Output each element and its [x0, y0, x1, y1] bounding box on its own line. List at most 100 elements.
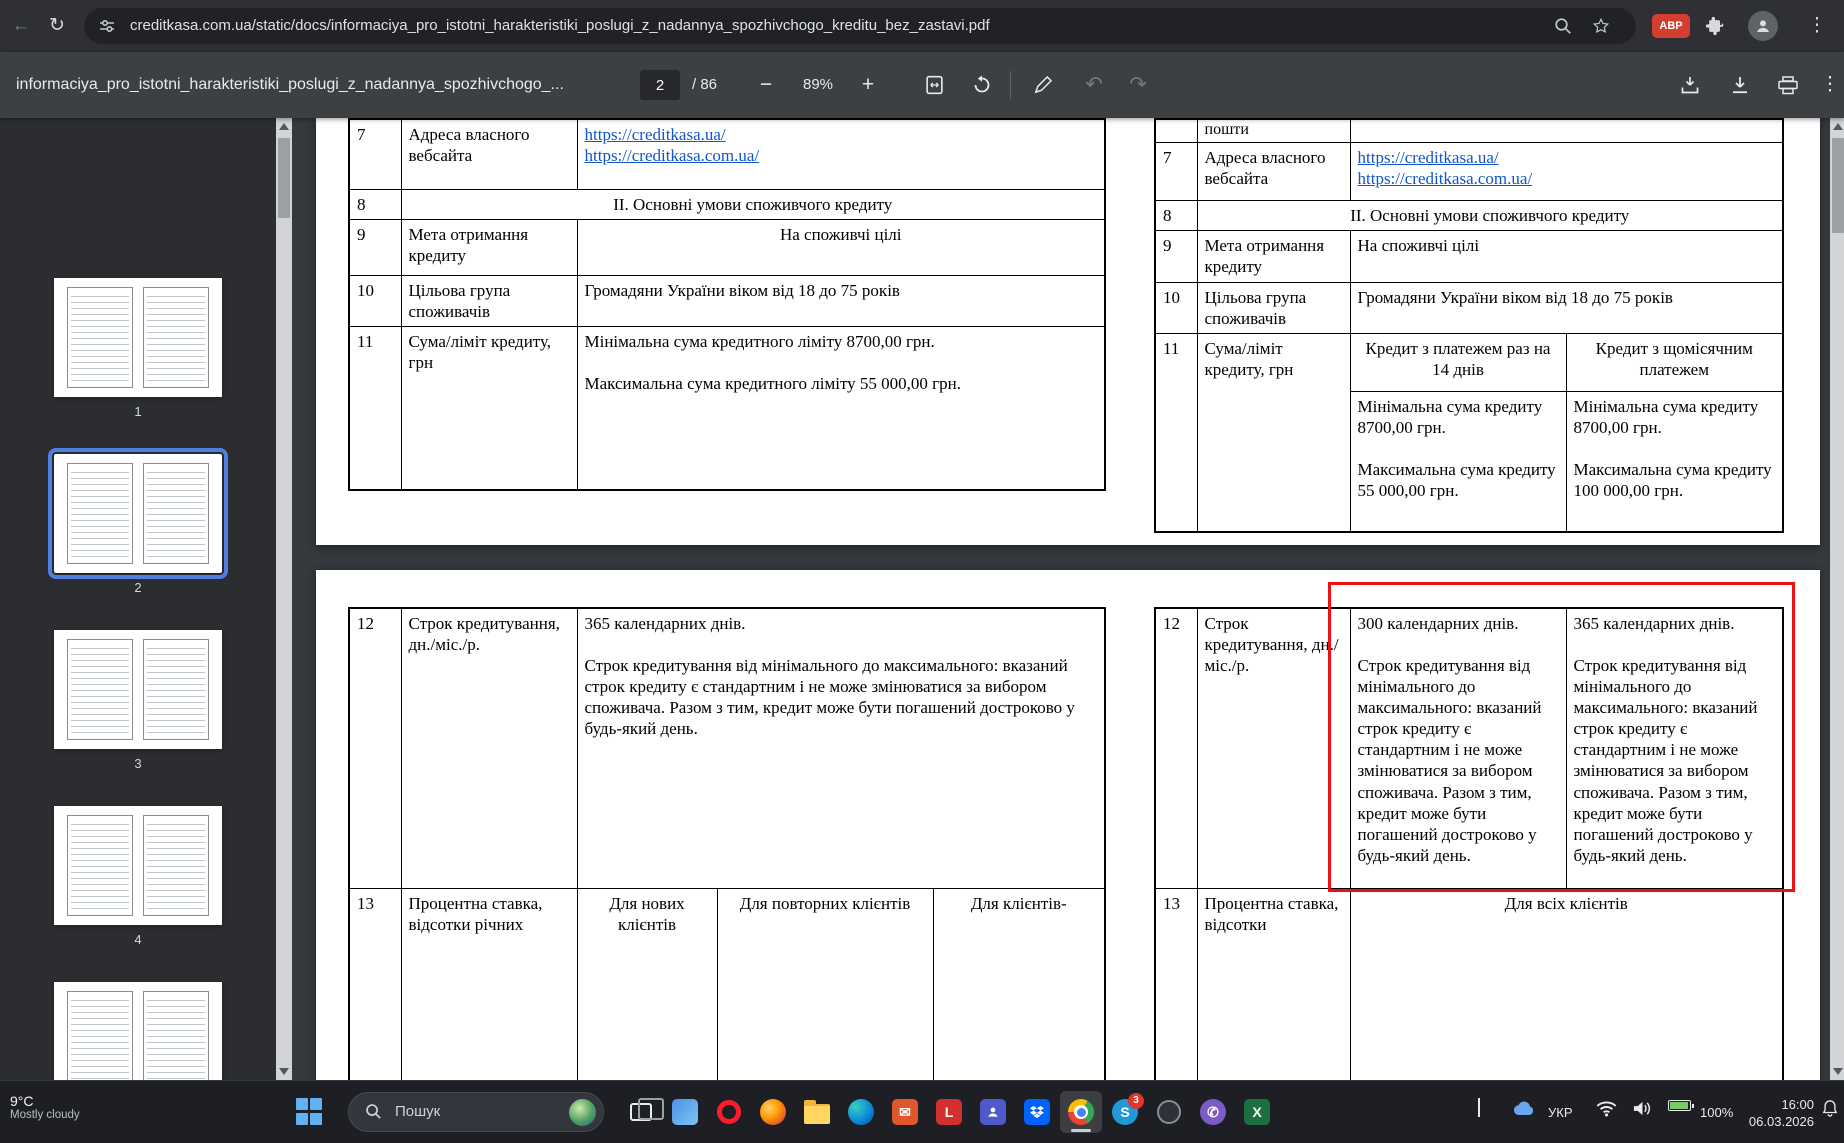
pdf-viewer: 7 Адреса власного вебсайта https://credi…	[292, 118, 1844, 1080]
chrome-icon-active[interactable]	[1060, 1091, 1102, 1133]
back-icon[interactable]: ←	[4, 0, 38, 52]
min-amount-text: Мінімальна сума кредиту 8700,00 грн.	[1573, 397, 1759, 438]
edge-icon[interactable]	[840, 1091, 882, 1133]
label-cell: Процентна ставка, відсотки	[1196, 887, 1351, 1080]
label-cell: Сума/ліміт кредиту, грн	[1196, 333, 1351, 533]
skype-icon[interactable]: S3	[1104, 1091, 1146, 1133]
min-amount-text: Мінімальна сума кредиту 8700,00 грн.	[1357, 397, 1543, 438]
zoom-out-button[interactable]: −	[748, 67, 784, 103]
zoom-in-button[interactable]: +	[850, 67, 886, 103]
scroll-down-arrow[interactable]	[1833, 1068, 1843, 1075]
file-explorer-icon[interactable]	[796, 1091, 838, 1133]
undo-icon[interactable]: ↶	[1076, 67, 1112, 103]
pdf-menu-icon[interactable]: ⋮	[1812, 67, 1844, 103]
table-row: 13 Процентна ставка, відсотки Для всіх к…	[1154, 887, 1784, 1080]
scroll-up-arrow[interactable]	[279, 123, 289, 130]
annotate-pen-icon[interactable]	[1024, 67, 1060, 103]
clock[interactable]: 16:00 06.03.2026	[1749, 1096, 1814, 1130]
libreoffice-icon[interactable]: L	[928, 1091, 970, 1133]
teams-icon[interactable]	[972, 1091, 1014, 1133]
thumbnail-page-1[interactable]: 1	[0, 278, 276, 419]
volume-icon[interactable]	[1632, 1100, 1651, 1122]
thumbnail-image[interactable]	[54, 278, 222, 397]
redo-icon[interactable]: ↷	[1120, 67, 1156, 103]
value-cell: Мінімальна сума кредиту 8700,00 грн. Мак…	[1565, 391, 1784, 533]
notification-badge: 3	[1128, 1093, 1144, 1109]
label-cell: Цільова група споживачів	[400, 274, 578, 327]
search-daily-image[interactable]	[569, 1099, 596, 1126]
wifi-icon[interactable]	[1596, 1100, 1617, 1122]
sidebar-scrollbar[interactable]	[276, 118, 292, 1080]
extensions-puzzle-icon[interactable]	[1698, 0, 1732, 52]
excel-icon[interactable]: X	[1236, 1091, 1278, 1133]
row-number-cell: 10	[348, 274, 402, 327]
thumbnail-page-4[interactable]: 4	[0, 806, 276, 947]
website-link[interactable]: https://creditkasa.ua/	[585, 124, 1098, 145]
scrollbar-thumb[interactable]	[1832, 138, 1844, 233]
label-cell: Адреса власного вебсайта	[1196, 141, 1351, 201]
dropbox-icon[interactable]	[1016, 1091, 1058, 1133]
rate-group-cell: Для нових клієнтів	[576, 887, 718, 1080]
date-text: 06.03.2026	[1748, 1114, 1814, 1129]
start-button[interactable]	[296, 1098, 324, 1126]
site-info-icon[interactable]	[98, 17, 116, 40]
onedrive-cloud-icon[interactable]	[1512, 1100, 1534, 1121]
zoom-search-icon[interactable]	[1554, 17, 1572, 40]
table-row: 7 Адреса власного вебсайта https://credi…	[1154, 141, 1784, 201]
address-bar[interactable]: creditkasa.com.ua/static/docs/informaciy…	[84, 8, 1636, 44]
rate-group-cell: Для повторних клієнтів	[716, 887, 934, 1080]
website-link[interactable]: https://creditkasa.com.ua/	[585, 145, 1098, 166]
profile-avatar[interactable]	[1748, 11, 1778, 41]
bookmark-star-icon[interactable]	[1592, 17, 1610, 40]
save-as-icon[interactable]	[1672, 67, 1708, 103]
battery-percent[interactable]: 100%	[1700, 1100, 1733, 1125]
thumbnail-label: 3	[134, 756, 142, 771]
notification-bell-icon[interactable]	[1822, 1100, 1838, 1122]
row-number-cell: 12	[348, 607, 402, 889]
thumbnail-page-5[interactable]: 5	[0, 982, 276, 1080]
obs-icon[interactable]	[1148, 1091, 1190, 1133]
thumbnail-image[interactable]	[54, 806, 222, 925]
value-cell: Громадяни України віком від 18 до 75 рок…	[1349, 281, 1784, 335]
mail-app-icon[interactable]: ✉	[884, 1091, 926, 1133]
language-indicator[interactable]: УКР	[1548, 1100, 1573, 1125]
thumbnail-image[interactable]	[54, 630, 222, 749]
rotate-icon[interactable]	[964, 67, 1000, 103]
row-number-cell: 13	[348, 887, 402, 1080]
viber-icon[interactable]: ✆	[1192, 1091, 1234, 1133]
tray-chevron-up-icon[interactable]	[1478, 1098, 1480, 1118]
rate-group-cell: Для всіх клієнтів	[1349, 887, 1784, 1080]
widgets-icon[interactable]	[664, 1091, 706, 1133]
page-number-input[interactable]	[640, 70, 680, 100]
adblock-extension-badge[interactable]: ABP	[1652, 14, 1690, 38]
task-view-icon[interactable]	[620, 1091, 664, 1133]
reload-icon[interactable]: ↻	[40, 0, 74, 52]
scroll-down-arrow[interactable]	[279, 1068, 289, 1075]
table-row: 12 Строк кредитування, дн./міс./р. 365 к…	[348, 607, 1106, 889]
thumbnail-image[interactable]	[48, 448, 228, 579]
opera-icon[interactable]	[708, 1091, 750, 1133]
thumbnail-page-3[interactable]: 3	[0, 630, 276, 771]
term-days-text: 365 календарних днів.	[584, 614, 746, 633]
thumbnail-label: 2	[134, 580, 142, 595]
value-cell: https://creditkasa.ua/ https://creditkas…	[576, 118, 1106, 190]
pdf-filename: informaciya_pro_istotni_harakteristiki_p…	[16, 76, 564, 93]
website-link[interactable]: https://creditkasa.com.ua/	[1358, 168, 1776, 189]
min-amount-text: Мінімальна сума кредитного ліміту 8700,0…	[584, 331, 935, 351]
website-link[interactable]: https://creditkasa.ua/	[1358, 147, 1776, 168]
thumbnail-page-2-selected[interactable]: 2	[0, 448, 276, 595]
taskbar-search[interactable]: Пошук	[348, 1092, 604, 1132]
main-scrollbar[interactable]	[1830, 118, 1844, 1080]
battery-icon[interactable]	[1668, 1100, 1694, 1111]
print-icon[interactable]	[1770, 67, 1806, 103]
url-text[interactable]: creditkasa.com.ua/static/docs/informaciy…	[130, 17, 990, 34]
fit-page-icon[interactable]	[916, 67, 952, 103]
browser-menu-icon[interactable]: ⋮	[1800, 0, 1834, 52]
download-icon[interactable]	[1722, 67, 1758, 103]
scrollbar-thumb[interactable]	[278, 138, 290, 218]
row-number-cell: 8	[348, 188, 402, 220]
firefox-icon[interactable]	[752, 1091, 794, 1133]
thumbnail-image[interactable]	[54, 982, 222, 1080]
scroll-up-arrow[interactable]	[1833, 123, 1843, 130]
weather-widget[interactable]: 9°C Mostly cloudy	[10, 1093, 80, 1121]
